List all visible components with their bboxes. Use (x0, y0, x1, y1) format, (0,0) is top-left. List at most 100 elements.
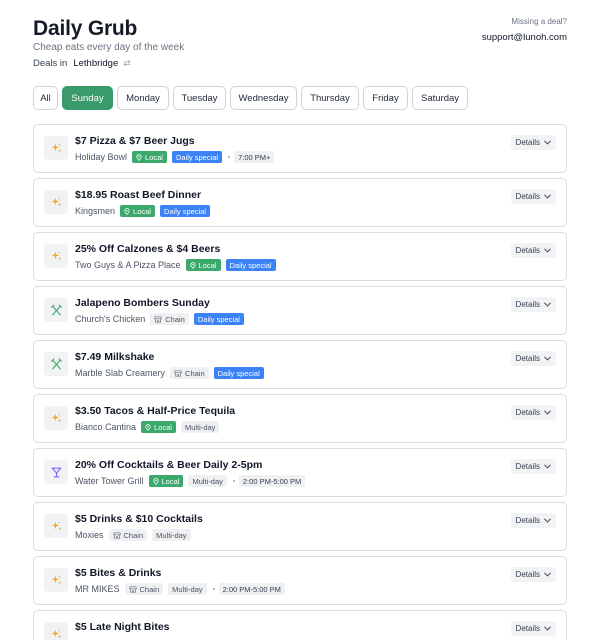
tab-sunday[interactable]: Sunday (62, 86, 113, 110)
details-label: Details (515, 138, 540, 147)
details-label: Details (515, 516, 540, 525)
chain-badge-label: Chain (139, 584, 160, 594)
deal-card[interactable]: $18.95 Roast Beef Dinner Kingsmen Local Dai… (33, 178, 567, 227)
tab-saturday[interactable]: Saturday (412, 86, 468, 110)
deal-card[interactable]: $5 Drinks & $10 Cocktails Moxies Chain Mult… (33, 502, 567, 551)
sparkle-icon (44, 514, 68, 538)
venue-name: Water Tower Grill (75, 476, 144, 486)
chevron-down-icon (544, 356, 551, 361)
details-button[interactable]: Details (510, 567, 556, 582)
local-badge-label: Local (154, 422, 172, 432)
local-badge: Local (132, 151, 167, 163)
daily-special-badge: Daily special (213, 367, 264, 379)
details-button[interactable]: Details (510, 405, 556, 420)
location-pin-icon (152, 477, 159, 485)
deal-title: $5 Late Night Bites (75, 621, 170, 633)
venue-name: Bianco Cantina (75, 422, 137, 432)
venue-name: Moxies (75, 530, 104, 540)
local-badge: Local (148, 475, 184, 487)
separator-dot (228, 156, 231, 158)
tab-thursday[interactable]: Thursday (301, 86, 359, 110)
deal-card[interactable]: 25% Off Calzones & $4 Beers Two Guys & A … (33, 232, 567, 281)
deal-meta: MR MIKES Chain Multi-day 2:00 PM-5:00 PM (75, 583, 290, 595)
details-button[interactable]: Details (510, 297, 556, 312)
venue-name: Marble Slab Creamery (75, 368, 166, 378)
deal-meta: Church's Chicken Chain Daily special (75, 313, 249, 325)
multi-day-badge: Multi-day (188, 475, 227, 487)
details-button[interactable]: Details (510, 135, 556, 150)
chevron-down-icon (544, 248, 551, 253)
details-button[interactable]: Details (510, 243, 556, 258)
deal-card[interactable]: $5 Bites & Drinks MR MIKES Chain Multi-day 2… (33, 556, 567, 605)
page-subtitle: Cheap eats every day of the week (33, 42, 185, 53)
page-header: Daily Grub Cheap eats every day of the w… (33, 17, 567, 77)
daily-special-badge: Daily special (193, 313, 244, 325)
sparkle-icon (44, 568, 68, 592)
time-badge: 7:00 PM+ (234, 151, 275, 163)
swap-icon[interactable]: ⇄ (123, 58, 131, 69)
details-label: Details (515, 570, 540, 579)
store-icon (112, 532, 121, 538)
deal-title: Jalapeno Bombers Sunday (75, 297, 210, 309)
chevron-down-icon (544, 572, 551, 577)
local-badge-label: Local (145, 152, 163, 162)
deal-card[interactable]: $7 Pizza & $7 Beer Jugs Holiday Bowl Local… (33, 124, 567, 173)
tab-monday[interactable]: Monday (117, 86, 169, 110)
deal-meta: Moxies Chain Multi-day (75, 529, 196, 541)
time-badge: 2:00 PM-5:00 PM (218, 583, 285, 595)
deal-title: $5 Bites & Drinks (75, 567, 162, 579)
chevron-down-icon (544, 626, 551, 631)
deal-card[interactable]: $7.49 Milkshake Marble Slab Creamery Chain… (33, 340, 567, 389)
deal-card[interactable]: $5 Late Night Bites Details (33, 610, 567, 640)
sparkle-icon (44, 622, 68, 640)
sparkle-icon (44, 190, 68, 214)
chain-badge: Chain (150, 313, 189, 325)
details-button[interactable]: Details (510, 459, 556, 474)
deal-title: $7.49 Milkshake (75, 351, 155, 363)
deal-meta: Water Tower Grill Local Multi-day 2:00 PM-5… (75, 475, 310, 487)
city-selector[interactable]: Lethbridge (73, 58, 118, 69)
venue-name: Holiday Bowl (75, 152, 128, 162)
deal-card[interactable]: 20% Off Cocktails & Beer Daily 2-5pm Wate… (33, 448, 567, 497)
multi-day-badge: Multi-day (168, 583, 207, 595)
store-icon (154, 316, 162, 322)
details-label: Details (515, 462, 540, 471)
location-pin-icon (145, 423, 151, 431)
chevron-down-icon (544, 410, 551, 415)
details-button[interactable]: Details (510, 513, 556, 528)
details-button[interactable]: Details (510, 351, 556, 366)
utensils-icon (44, 352, 68, 376)
chevron-down-icon (544, 464, 551, 469)
details-button[interactable]: Details (510, 621, 556, 636)
deal-title: $3.50 Tacos & Half-Price Tequila (75, 405, 236, 417)
details-button[interactable]: Details (510, 189, 556, 204)
details-label: Details (515, 354, 540, 363)
chain-badge-label: Chain (165, 314, 185, 324)
deal-card[interactable]: $3.50 Tacos & Half-Price Tequila Bianco C… (33, 394, 567, 443)
multi-day-badge: Multi-day (180, 421, 220, 433)
tab-tuesday[interactable]: Tuesday (173, 86, 226, 110)
details-label: Details (515, 624, 540, 633)
deal-list: $7 Pizza & $7 Beer Jugs Holiday Bowl Local… (33, 124, 567, 640)
tab-all[interactable]: All (33, 86, 58, 110)
day-filter-tabs: All Sunday Monday Tuesday Wednesday Thursday F… (33, 86, 468, 110)
chain-badge: Chain (124, 583, 164, 595)
tab-wednesday[interactable]: Wednesday (230, 86, 297, 110)
separator-dot (212, 588, 215, 590)
utensils-icon (44, 298, 68, 322)
tab-friday[interactable]: Friday (363, 86, 408, 110)
chevron-down-icon (544, 194, 551, 199)
chevron-down-icon (544, 140, 551, 145)
deals-in-label: Deals in (33, 58, 68, 69)
deal-meta: Bianco Cantina Local Multi-day (75, 421, 224, 433)
local-badge-label: Local (161, 476, 180, 486)
daily-special-badge: Daily special (159, 205, 211, 217)
deal-meta: Kingsmen Local Daily special (75, 205, 215, 217)
deal-card[interactable]: Jalapeno Bombers Sunday Church's Chicken C… (33, 286, 567, 335)
support-email-link[interactable]: support@lunoh.com (482, 32, 567, 43)
chain-badge: Chain (108, 529, 148, 541)
chain-badge: Chain (170, 367, 209, 379)
local-badge-label: Local (133, 206, 151, 216)
deal-meta: Marble Slab Creamery Chain Daily special (75, 367, 269, 379)
deal-title: 20% Off Cocktails & Beer Daily 2-5pm (75, 459, 263, 471)
